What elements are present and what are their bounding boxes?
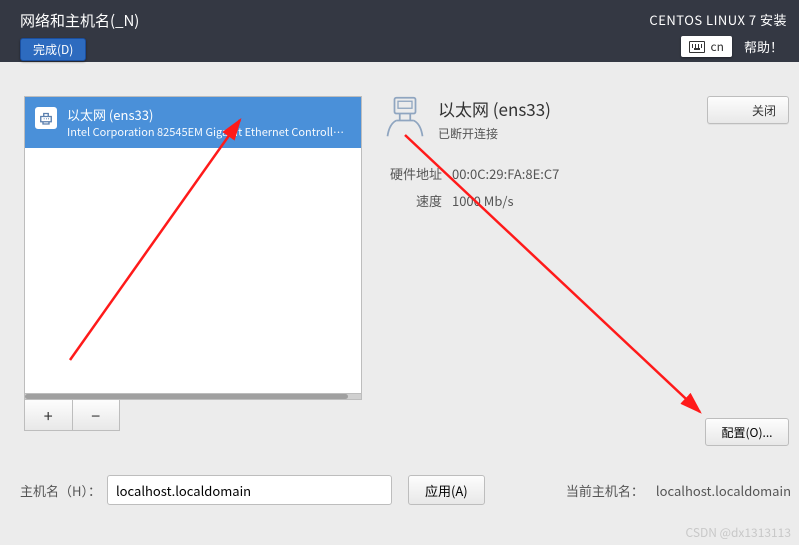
list-item-sub: Intel Corporation 82545EM Gigabit Ethern…	[67, 124, 347, 140]
interface-list-panel: 以太网 (ens33) Intel Corporation 82545EM Gi…	[24, 96, 362, 431]
ethernet-icon	[384, 96, 426, 138]
list-scrollbar[interactable]	[24, 394, 362, 400]
current-hostname-value: localhost.localdomain	[656, 481, 791, 500]
hostname-label: 主机名（H）：	[20, 481, 101, 500]
list-item-name: 以太网 (ens33)	[67, 105, 347, 124]
connection-status: 已断开连接	[438, 125, 551, 142]
ethernet-icon	[35, 107, 57, 129]
apply-button[interactable]: 应用(A)	[408, 475, 485, 505]
remove-button[interactable]: −	[73, 400, 120, 430]
keyboard-layout-label: cn	[711, 38, 724, 55]
page-title: 网络和主机名(_N)	[20, 8, 139, 35]
prop-label-speed: 速度	[384, 191, 442, 210]
configure-button[interactable]: 配置(O)...	[705, 418, 789, 446]
interface-list[interactable]: 以太网 (ens33) Intel Corporation 82545EM Gi…	[24, 96, 362, 394]
install-title: CENTOS LINUX 7 安装	[649, 8, 787, 35]
prop-value-mac: 00:0C:29:FA:8E:C7	[452, 164, 559, 183]
help-button[interactable]: 帮助！	[740, 35, 787, 58]
header-bar: 网络和主机名(_N) 完成(D) CENTOS LINUX 7 安装 cn 帮助…	[0, 0, 799, 62]
keyboard-layout-indicator[interactable]: cn	[681, 36, 732, 57]
connection-title: 以太网 (ens33)	[438, 96, 551, 121]
current-hostname-label: 当前主机名：	[566, 481, 644, 500]
list-item[interactable]: 以太网 (ens33) Intel Corporation 82545EM Gi…	[25, 97, 361, 148]
add-button[interactable]: +	[25, 400, 73, 430]
hostname-input[interactable]	[107, 475, 392, 505]
toggle-switch[interactable]: 关闭	[707, 96, 789, 124]
watermark: CSDN @dx1313113	[686, 524, 792, 541]
detail-panel: 关闭 以太网 (ens33) 已断开连接 硬件地址 00:0C:29:FA:8E…	[384, 96, 789, 431]
toggle-label: 关闭	[752, 102, 776, 119]
prop-label-mac: 硬件地址	[384, 164, 442, 183]
hostname-bar: 主机名（H）： 应用(A) 当前主机名： localhost.localdoma…	[20, 475, 791, 505]
keyboard-icon	[689, 41, 705, 53]
done-button[interactable]: 完成(D)	[20, 38, 86, 61]
prop-value-speed: 1000 Mb/s	[452, 191, 514, 210]
